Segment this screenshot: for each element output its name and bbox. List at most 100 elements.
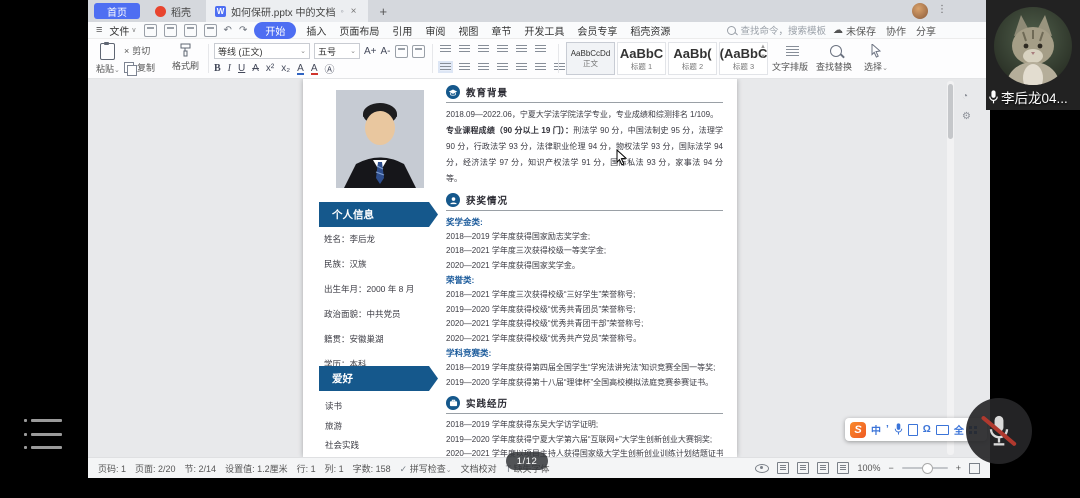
tab-home[interactable]: 首页 [94,3,140,19]
sort-icon[interactable] [535,45,546,53]
font-name-select[interactable]: 等线 (正文)⌄ [214,43,310,59]
zoom-level[interactable]: 100% [857,463,880,473]
window-more-icon[interactable]: ⋮ [937,4,947,15]
save-icon[interactable] [144,24,157,37]
view-mode-read-icon[interactable] [817,462,829,474]
spellcheck-toggle[interactable]: ✓ 拼写检查⌄ [400,462,452,475]
gallery-down-icon[interactable]: ▼ [760,54,766,60]
ime-symbols-icon[interactable]: Ω [923,424,931,435]
file-menu[interactable]: 文件∨ [109,23,136,38]
document-page[interactable]: 个人信息 姓名：李后龙 民族：汉族 出生年月：2000 年 8 月 政治面貌：中… [303,79,737,457]
asian-layout-icon[interactable] [516,45,527,53]
ime-language-toggle[interactable]: 中 [871,422,881,437]
user-avatar[interactable] [912,3,928,19]
ime-punctuation-toggle[interactable]: ’ [886,424,889,435]
indent-increase-icon[interactable] [497,45,508,53]
bold-button[interactable]: B [214,63,221,74]
format-painter-button[interactable]: 格式刷 [172,43,199,72]
strikethrough-button[interactable]: A [252,63,259,74]
font-color-button[interactable]: A [311,63,318,74]
command-search[interactable]: 查找命令，搜索模板 [727,23,826,37]
view-mode-web-icon[interactable] [837,462,849,474]
ime-fullwidth-toggle[interactable]: 全 [954,422,964,437]
menu-item-sections[interactable]: 章节 [488,23,514,38]
mute-microphone-button[interactable] [966,398,1032,464]
redo-icon[interactable]: ↷ [239,25,247,36]
italic-button[interactable]: I [228,63,231,74]
underline-button[interactable]: U [238,63,245,74]
preview-icon[interactable] [204,24,217,37]
style-normal[interactable]: AaBbCcDd正文 [566,42,615,75]
justify-icon[interactable] [497,63,508,71]
menu-item-membership[interactable]: 会员专享 [574,23,620,38]
new-tab-button[interactable]: + [374,4,394,19]
scrollbar-thumb[interactable] [948,84,953,139]
tab-pin-icon[interactable]: ◦ [340,6,343,16]
grow-font-button[interactable]: A+ [364,46,377,57]
bullet-list-icon[interactable] [440,45,451,53]
ime-clipboard-icon[interactable] [908,424,918,436]
text-layout-button[interactable]: 文字排版⌄ [772,43,812,83]
cut-button[interactable]: ×剪切 [124,44,155,57]
superscript-button[interactable]: x² [266,63,274,74]
align-center-icon[interactable] [459,63,470,71]
subscript-button[interactable]: x₂ [281,63,290,74]
enclose-character-button[interactable]: Ⓐ [325,61,335,76]
align-left-icon[interactable] [440,63,451,71]
find-replace-button[interactable]: 查找替换⌄ [816,43,856,83]
indent-decrease-icon[interactable] [478,45,489,53]
ime-keyboard-icon[interactable] [936,425,949,435]
phonetic-icon[interactable] [412,45,425,58]
paste-button[interactable]: 粘贴⌄ [96,43,120,75]
proofread-button[interactable]: 文档校对 [461,462,497,475]
save-status[interactable]: ☁未保存 [833,23,876,38]
meeting-list-icon[interactable] [24,419,62,449]
font-size-select[interactable]: 五号⌄ [314,43,360,59]
print-icon[interactable] [184,24,197,37]
zoom-in-button[interactable]: + [956,463,961,473]
participant-video-tile[interactable]: 李后龙04... [986,0,1080,110]
highlight-button[interactable]: A [297,63,304,74]
tab-docer[interactable]: 稻壳 [146,0,200,22]
select-button[interactable]: 选择⌄ [856,43,896,73]
tab-document[interactable]: W 如何保研.pptx 中的文档 ◦ × [206,0,368,22]
clear-format-icon[interactable] [395,45,408,58]
settings-gear-icon[interactable]: ⚙ [962,111,971,122]
collaborate-button[interactable]: 协作 [886,23,906,38]
menu-item-home[interactable]: 开始 [254,22,296,39]
tab-close-icon[interactable]: × [349,6,359,17]
zoom-slider-knob[interactable] [922,463,933,474]
style-heading2[interactable]: AaBb(标题 2 [668,42,717,75]
line-spacing-icon[interactable] [535,63,546,71]
gallery-up-icon[interactable]: ▲ [760,44,766,50]
output-icon[interactable] [164,24,177,37]
align-right-icon[interactable] [478,63,489,71]
menu-item-review[interactable]: 审阅 [422,23,448,38]
view-mode-outline-icon[interactable] [797,462,809,474]
numbered-list-icon[interactable] [459,45,470,53]
menu-item-page-layout[interactable]: 页面布局 [336,23,382,38]
share-button[interactable]: 分享 [916,23,936,38]
shrink-font-button[interactable]: A- [381,46,391,57]
menu-item-docer-resources[interactable]: 稻壳资源 [627,23,673,38]
menu-item-dev-tools[interactable]: 开发工具 [521,23,567,38]
shading-icon[interactable] [554,63,565,71]
style-heading1[interactable]: AaBbC标题 1 [617,42,666,75]
vertical-scrollbar[interactable] [947,81,954,455]
hamburger-icon[interactable]: ≡ [96,24,102,36]
distribute-icon[interactable] [516,63,527,71]
copy-button[interactable]: 复制 [124,61,155,74]
zoom-out-button[interactable]: − [888,463,893,473]
view-mode-page-icon[interactable] [777,462,789,474]
skin-center-icon[interactable]: ◔ [962,91,971,102]
menu-item-view[interactable]: 视图 [455,23,481,38]
eye-protection-icon[interactable] [755,464,769,473]
document-canvas[interactable]: 个人信息 姓名：李后龙 民族：汉族 出生年月：2000 年 8 月 政治面貌：中… [88,79,990,457]
undo-icon[interactable]: ↶ [224,25,232,36]
zoom-slider[interactable] [902,467,948,469]
menu-item-insert[interactable]: 插入 [303,23,329,38]
ime-voice-icon[interactable] [894,423,903,436]
fullscreen-icon[interactable] [969,463,980,474]
menu-item-references[interactable]: 引用 [389,23,415,38]
sogou-logo-icon[interactable]: S [850,422,866,438]
